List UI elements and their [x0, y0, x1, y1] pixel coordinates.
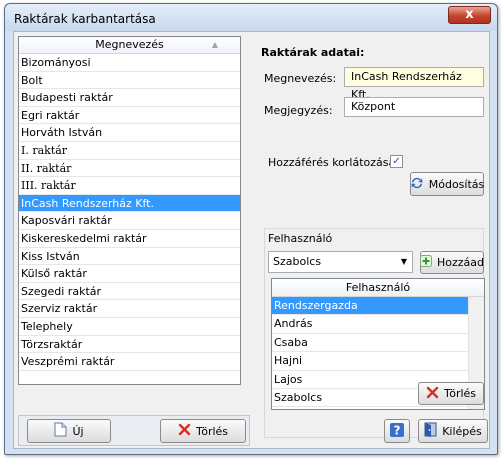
warehouse-list[interactable]: Megnevezés ▲ Bizományosi Bolt Budapesti ra…: [18, 36, 241, 385]
title-bar[interactable]: Raktárak karbantartása x: [5, 4, 497, 31]
help-icon: ?: [389, 422, 405, 441]
user-table-row[interactable]: Csaba: [272, 334, 484, 353]
client-area: Megnevezés ▲ Bizományosi Bolt Budapesti ra…: [13, 31, 490, 449]
user-table-header[interactable]: Felhasználó: [272, 279, 484, 297]
new-button-label: Új: [72, 424, 84, 438]
warehouse-list-item[interactable]: Külső raktár: [19, 265, 240, 283]
add-user-button[interactable]: Hozzáad: [420, 251, 484, 274]
restrict-access-checkbox[interactable]: ✓: [390, 155, 403, 168]
warehouse-list-header-label: Megnevezés: [95, 38, 164, 51]
restrict-access-label: Hozzáférés korlátozása: [268, 156, 396, 169]
user-group-label: Felhasználó: [268, 232, 333, 245]
door-icon: [424, 422, 437, 440]
user-table-row[interactable]: András: [272, 315, 484, 334]
name-label: Megnevezés:: [264, 72, 337, 85]
dialog-window: Raktárak karbantartása x Megnevezés ▲ Bi…: [4, 3, 498, 455]
user-combobox-value: Szabolcs: [273, 255, 322, 268]
warehouse-list-header[interactable]: Megnevezés ▲: [19, 37, 240, 54]
svg-text:?: ?: [394, 423, 401, 437]
delete-user-button-label: Törlés: [443, 387, 477, 400]
warehouse-list-item[interactable]: I. raktár: [19, 142, 240, 160]
warehouse-list-item[interactable]: Horváth István: [19, 124, 240, 142]
window-title: Raktárak karbantartása: [14, 12, 156, 26]
warehouse-list-item[interactable]: III. raktár: [19, 177, 240, 195]
user-combobox[interactable]: Szabolcs ▼: [268, 251, 413, 273]
note-field[interactable]: Központ: [344, 97, 484, 117]
delete-x-icon: [178, 423, 191, 439]
warehouse-list-item[interactable]: Kiskereskedelmi raktár: [19, 230, 240, 248]
close-button[interactable]: x: [448, 6, 491, 24]
warehouse-list-item[interactable]: Bizományosi: [19, 54, 240, 72]
warehouse-list-item[interactable]: Szerviz raktár: [19, 300, 240, 318]
warehouse-list-item[interactable]: Veszprémi raktár: [19, 353, 240, 371]
warehouse-list-item[interactable]: Budapesti raktár: [19, 89, 240, 107]
note-label: Megjegyzés:: [264, 104, 333, 117]
help-button[interactable]: ?: [384, 419, 410, 443]
delete-warehouse-button-label: Törlés: [195, 424, 229, 438]
warehouse-list-item[interactable]: Telephely: [19, 318, 240, 336]
user-table-row[interactable]: Hajni: [272, 352, 484, 371]
modify-button-label: Módosítás: [428, 177, 485, 191]
warehouse-list-item[interactable]: II. raktár: [19, 160, 240, 178]
warehouse-list-item[interactable]: Egri raktár: [19, 107, 240, 125]
modify-button[interactable]: Módosítás: [410, 172, 484, 196]
refresh-icon: [410, 176, 424, 193]
name-field[interactable]: InCash Rendszerház Kft.: [344, 67, 484, 101]
warehouse-list-item[interactable]: Kaposvári raktár: [19, 212, 240, 230]
add-icon: [420, 255, 432, 270]
new-document-icon: [54, 422, 67, 440]
chevron-down-icon[interactable]: ▼: [401, 252, 407, 272]
warehouse-rows: Bizományosi Bolt Budapesti raktár Egri rakt…: [19, 54, 240, 371]
new-button[interactable]: Új: [27, 419, 111, 443]
delete-user-button[interactable]: Törlés: [418, 382, 484, 405]
exit-button[interactable]: Kilépés: [418, 419, 488, 443]
delete-warehouse-button[interactable]: Törlés: [160, 419, 246, 443]
sort-ascending-icon: ▲: [211, 40, 218, 49]
warehouse-list-item[interactable]: Szegedi raktár: [19, 283, 240, 301]
add-user-button-label: Hozzáad: [437, 256, 485, 269]
warehouse-list-item[interactable]: Kiss István: [19, 248, 240, 266]
user-table-row[interactable]: Rendszergazda: [272, 297, 484, 316]
delete-x-icon: [426, 386, 439, 402]
warehouse-list-item[interactable]: Bolt: [19, 72, 240, 90]
warehouse-list-item[interactable]: InCash Rendszerház Kft.: [19, 194, 240, 213]
details-title: Raktárak adatai:: [261, 46, 365, 59]
exit-button-label: Kilépés: [442, 424, 482, 438]
warehouse-list-item[interactable]: Törzsraktár: [19, 336, 240, 354]
